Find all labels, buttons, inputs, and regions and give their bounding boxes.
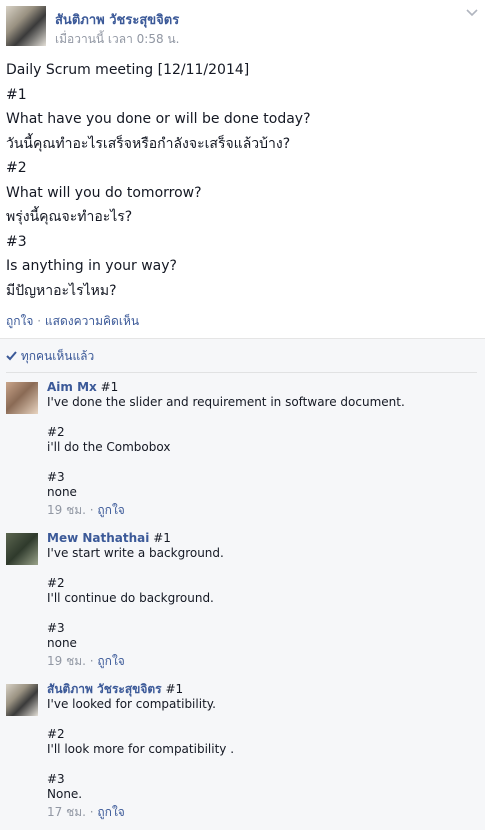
comment-text: I'll look more for compatibility . (47, 742, 235, 756)
comment-like-link[interactable]: ถูกใจ (97, 503, 124, 517)
post-line: Is anything in your way? (6, 258, 177, 274)
post-line: What have you done or will be done today… (6, 111, 311, 127)
comment-text: None. (47, 787, 83, 801)
comment-text: #2 (47, 727, 65, 741)
commenter-avatar[interactable] (6, 684, 38, 716)
comment-time[interactable]: 19 ชม. (47, 654, 86, 668)
comment-like-link[interactable]: ถูกใจ (97, 654, 124, 668)
post-line: วันนี้คุณทำอะไรเสร็จหรือกำลังจะเสร็จแล้ว… (6, 135, 291, 152)
comment-text: #1 (100, 380, 119, 394)
divider (6, 372, 477, 373)
comment-meta: 19 ชม. · ถูกใจ (47, 654, 125, 668)
post-header: สันติภาพ วัชระสุขจิตร เมื่อวานนี้ เวลา 0… (6, 6, 479, 50)
comment-text: #1 (153, 531, 171, 545)
post-author[interactable]: สันติภาพ วัชระสุขจิตร (55, 9, 179, 30)
comment-time[interactable]: 17 ชม. (47, 805, 86, 819)
post-line: Daily Scrum meeting [12/11/2014] (6, 62, 250, 78)
commenter-avatar[interactable] (6, 533, 38, 565)
post-line: #2 (6, 160, 27, 176)
author-avatar[interactable] (6, 6, 46, 46)
post-line: พรุ่งนี้คุณจะทำอะไร? (6, 209, 133, 225)
post-line: What will you do tomorrow? (6, 184, 202, 201)
comment-meta: 17 ชม. · ถูกใจ (47, 805, 125, 819)
checkmark-icon (6, 351, 17, 361)
comment-text: none (47, 636, 77, 650)
post-timestamp[interactable]: เมื่อวานนี้ เวลา 0:58 น. (55, 30, 179, 49)
comment-body: Aim Mx #1 I've done the slider and requi… (47, 380, 405, 518)
post-line: #1 (6, 86, 27, 103)
comment-text: #3 (47, 470, 65, 484)
post-line: #3 (6, 233, 27, 250)
comment-time[interactable]: 19 ชม. (47, 503, 86, 517)
comment-meta: 19 ชม. · ถูกใจ (47, 503, 125, 517)
like-link[interactable]: ถูกใจ (6, 314, 33, 328)
chevron-down-icon[interactable] (465, 6, 479, 20)
comment-text: #2 (47, 425, 65, 439)
comment-like-link[interactable]: ถูกใจ (97, 805, 124, 819)
post-body: Daily Scrum meeting [12/11/2014] #1 What… (6, 58, 476, 303)
comment-text: #2 (47, 576, 65, 590)
comment-text: I've start write a background. (47, 546, 224, 560)
commenter-name[interactable]: Mew Nathathai (47, 531, 149, 545)
commenter-name[interactable]: สันติภาพ วัชระสุขจิตร (47, 682, 162, 696)
comment-text: #1 (165, 682, 184, 696)
comment-link[interactable]: แสดงความคิดเห็น (45, 314, 139, 328)
comment-text: #3 (47, 621, 65, 635)
comment-text: none (47, 485, 77, 499)
comment-text: I've done the slider and requirement in … (47, 395, 405, 409)
comment-text: I've looked for compatibility. (47, 697, 216, 711)
seen-by[interactable]: ทุกคนเห็นแล้ว (6, 347, 94, 366)
comment-text: i'll do the Combobox (47, 440, 171, 454)
comment-text: #3 (47, 772, 65, 786)
seen-by-label: ทุกคนเห็นแล้ว (20, 349, 95, 363)
action-separator: · (37, 314, 42, 328)
commenter-name[interactable]: Aim Mx (47, 380, 97, 394)
post-actions: ถูกใจ · แสดงความคิดเห็น (6, 312, 139, 331)
commenter-avatar[interactable] (6, 382, 38, 414)
comments-section: ทุกคนเห็นแล้ว Aim Mx #1 I've done the sl… (0, 338, 485, 830)
post-line: มีปัญหาอะไรไหม? (6, 282, 117, 299)
comment-text: I'll continue do background. (47, 591, 214, 605)
comment-body: สันติภาพ วัชระสุขจิตร #1 I've looked for… (47, 682, 234, 820)
comment-body: Mew Nathathai #1 I've start write a back… (47, 531, 224, 669)
